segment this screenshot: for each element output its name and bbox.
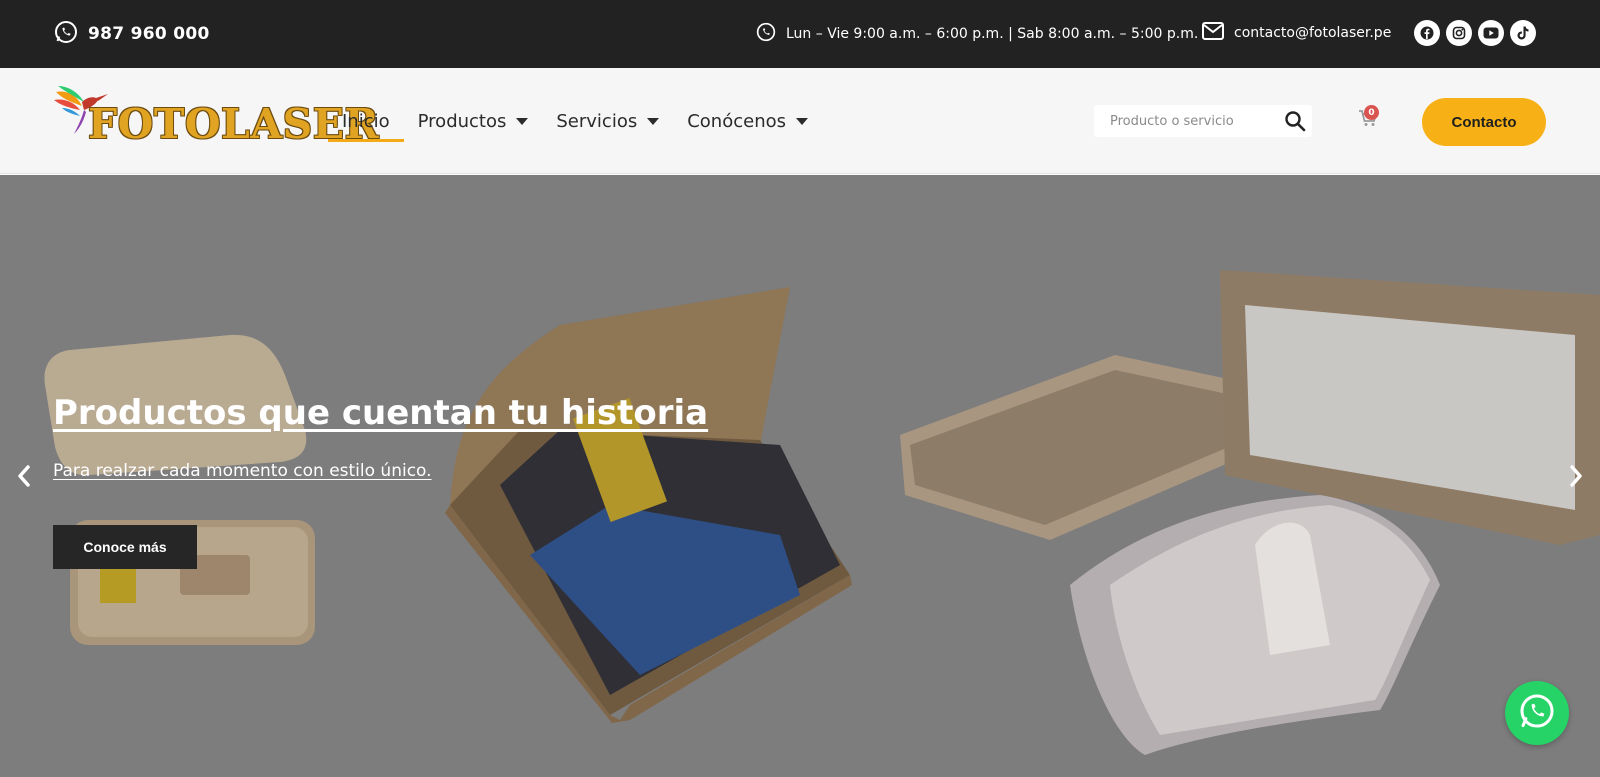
nav-label: Inicio — [342, 110, 390, 132]
contact-button[interactable]: Contacto — [1422, 98, 1546, 146]
whatsapp-icon — [1518, 692, 1556, 734]
photo-stack — [1070, 495, 1440, 755]
chevron-left-icon[interactable] — [14, 463, 34, 489]
hours-text: Lun – Vie 9:00 a.m. – 6:00 p.m. | Sab 8:… — [786, 26, 1199, 42]
nav-item-conocenos[interactable]: Conócenos — [673, 68, 822, 174]
fotolaser-logo[interactable]: FOTOLASER — [52, 82, 379, 158]
main-navigation: Inicio Productos Servicios Conócenos — [328, 68, 822, 174]
hero-slider: Productos que cuentan tu historia Para r… — [0, 175, 1600, 777]
nav-label: Conócenos — [687, 110, 786, 132]
caret-down-icon — [796, 117, 808, 125]
nav-item-productos[interactable]: Productos — [404, 68, 543, 174]
cart-count-badge: 0 — [1364, 105, 1379, 120]
learn-more-button[interactable]: Conoce más — [53, 525, 197, 569]
caret-down-icon — [516, 117, 529, 125]
phone-contact[interactable]: 987 960 000 — [54, 20, 210, 48]
nav-label: Servicios — [556, 110, 638, 132]
whatsapp-chat-button[interactable] — [1505, 681, 1569, 745]
hero-subtitle[interactable]: Para realzar cada momento con estilo úni… — [53, 461, 432, 481]
search-icon[interactable] — [1284, 110, 1306, 132]
youtube-icon[interactable] — [1478, 20, 1504, 46]
caret-down-icon — [647, 117, 660, 125]
tiktok-icon[interactable] — [1510, 20, 1536, 46]
chevron-right-icon[interactable] — [1566, 463, 1586, 489]
hero-title[interactable]: Productos que cuentan tu historia — [53, 393, 708, 433]
email-contact[interactable]: contacto@fotolaser.pe — [1202, 22, 1391, 44]
instagram-icon[interactable] — [1446, 20, 1472, 46]
business-hours: Lun – Vie 9:00 a.m. – 6:00 p.m. | Sab 8:… — [756, 22, 1198, 46]
nav-label: Productos — [417, 110, 507, 132]
whatsapp-icon — [54, 20, 78, 48]
wooden-box-open — [445, 287, 852, 723]
nav-item-servicios[interactable]: Servicios — [542, 68, 673, 174]
social-links — [1414, 20, 1536, 46]
nav-item-inicio[interactable]: Inicio — [328, 68, 404, 174]
top-bar: 987 960 000 Lun – Vie 9:00 a.m. – 6:00 p… — [0, 0, 1600, 68]
search-box — [1094, 105, 1312, 137]
email-address: contacto@fotolaser.pe — [1234, 25, 1392, 41]
whatsapp-icon — [756, 22, 776, 46]
facebook-icon[interactable] — [1414, 20, 1440, 46]
main-header: FOTOLASER Inicio Productos Servicios Con… — [0, 68, 1600, 174]
search-input[interactable] — [1094, 105, 1264, 137]
envelope-icon — [1202, 22, 1224, 44]
phone-number: 987 960 000 — [88, 24, 210, 44]
